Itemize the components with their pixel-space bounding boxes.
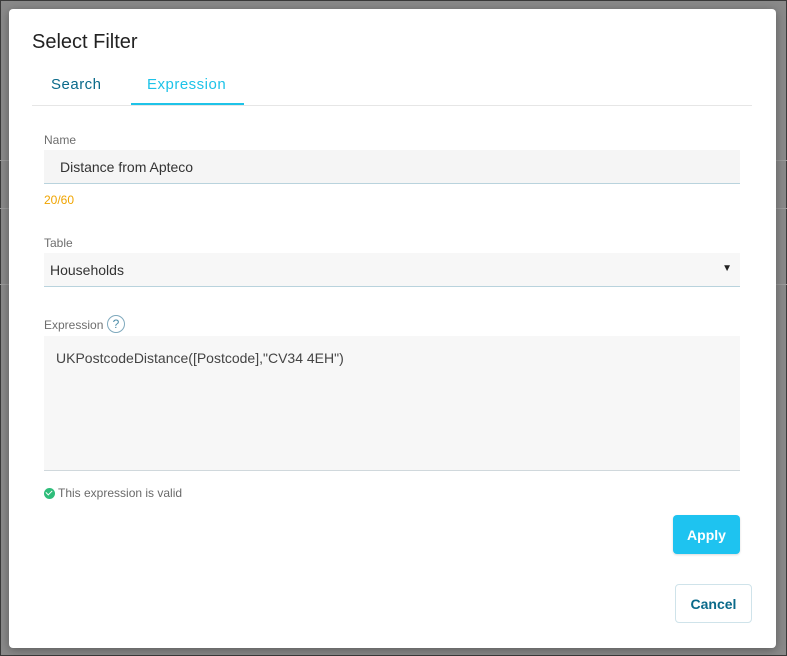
check-circle-icon (44, 487, 55, 499)
table-label: Table (44, 236, 73, 250)
tab-bar: Search Expression (32, 71, 752, 106)
name-char-counter: 20/60 (44, 193, 75, 207)
name-input[interactable] (44, 150, 740, 184)
expression-label: Expression (44, 318, 104, 332)
name-label: Name (44, 133, 77, 147)
select-filter-dialog: Select Filter Search Expression Name 20/… (9, 9, 776, 648)
help-circle-icon[interactable]: ? (107, 315, 125, 333)
expression-textarea[interactable]: UKPostcodeDistance([Postcode],"CV34 4EH"… (44, 336, 740, 471)
expression-status-text: This expression is valid (58, 486, 183, 500)
tab-expression[interactable]: Expression (131, 71, 244, 105)
cancel-button[interactable]: Cancel (675, 584, 752, 623)
apply-button[interactable]: Apply (673, 515, 740, 554)
caret-down-icon: ▼ (722, 263, 732, 274)
table-select-value: Households (50, 262, 124, 278)
expression-status: This expression is valid (44, 486, 182, 500)
dialog-title: Select Filter (32, 31, 138, 53)
tab-search[interactable]: Search (35, 71, 118, 103)
table-select[interactable]: Households ▼ (44, 253, 740, 287)
